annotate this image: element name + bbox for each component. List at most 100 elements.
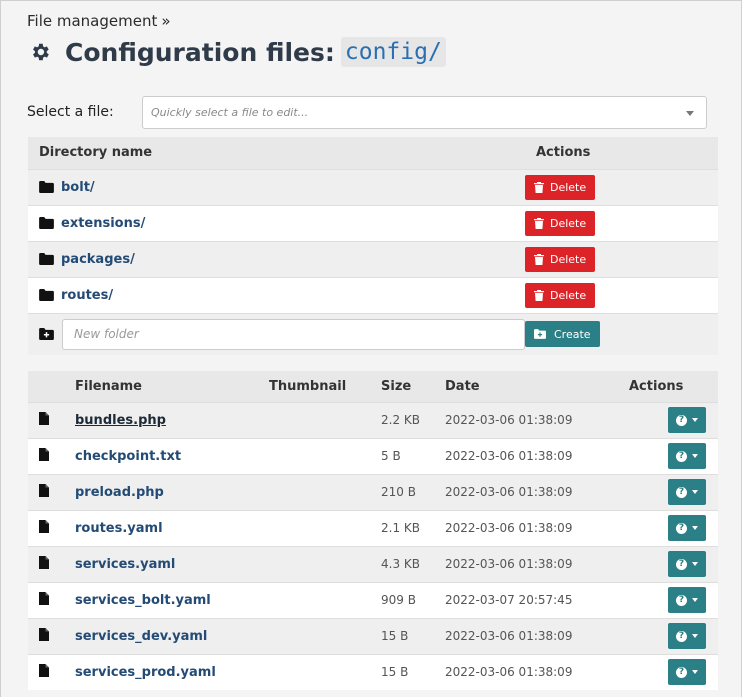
- delete-button[interactable]: Delete: [525, 210, 596, 236]
- question-icon: ?: [676, 666, 687, 678]
- file-row: checkpoint.txt 5 B 2022-03-06 01:38:09 ?: [28, 437, 718, 474]
- file-thumbnail: [269, 653, 381, 690]
- delete-button[interactable]: Delete: [525, 282, 596, 308]
- file-row: bundles.php 2.2 KB 2022-03-06 01:38:09 ?: [28, 401, 718, 438]
- file-select-dropdown[interactable]: Quickly select a file to edit...: [142, 95, 707, 129]
- column-actions: Actions: [629, 371, 718, 402]
- file-actions-dropdown-button[interactable]: ?: [668, 551, 706, 577]
- file-date: 2022-03-06 01:38:09: [445, 437, 629, 474]
- trash-icon: [534, 217, 544, 229]
- file-icon: [39, 592, 49, 605]
- file-actions-dropdown-button[interactable]: ?: [668, 659, 706, 686]
- delete-button-label: Delete: [550, 288, 587, 302]
- question-icon: ?: [676, 450, 687, 462]
- new-folder-input[interactable]: New folder: [62, 318, 525, 350]
- file-size: 15 B: [381, 617, 445, 654]
- caret-down-icon: [692, 490, 698, 494]
- column-directory-name: Directory name: [28, 137, 525, 169]
- caret-down-icon: [692, 562, 698, 566]
- caret-down-icon: [692, 598, 698, 602]
- file-size: 909 B: [381, 581, 445, 618]
- file-row: services_dev.yaml 15 B 2022-03-06 01:38:…: [28, 617, 718, 654]
- file-link[interactable]: services_dev.yaml: [75, 629, 207, 644]
- directory-row: routes/ Delete: [28, 276, 718, 313]
- file-thumbnail: [269, 401, 381, 438]
- file-actions-dropdown-button[interactable]: ?: [668, 587, 706, 613]
- file-date: 2022-03-06 01:38:09: [445, 545, 629, 582]
- file-link[interactable]: services_bolt.yaml: [75, 593, 211, 608]
- file-table: Filename Thumbnail Size Date Actions bun…: [28, 371, 718, 690]
- file-thumbnail: [269, 437, 381, 474]
- breadcrumb-link[interactable]: File management: [27, 12, 157, 30]
- page-title: Configuration files: config/: [29, 37, 446, 67]
- caret-down-icon: [692, 526, 698, 530]
- file-date: 2022-03-07 20:57:45: [445, 581, 629, 618]
- file-date: 2022-03-06 01:38:09: [445, 473, 629, 510]
- folder-icon: [39, 253, 54, 265]
- delete-button[interactable]: Delete: [525, 246, 596, 272]
- file-icon: [39, 412, 49, 425]
- file-actions-dropdown-button[interactable]: ?: [668, 515, 706, 541]
- breadcrumb: File management»: [27, 12, 171, 30]
- file-row: services_bolt.yaml 909 B 2022-03-07 20:5…: [28, 581, 718, 618]
- file-icon: [39, 448, 49, 461]
- directory-table: Directory name Actions bolt/ Delete exte…: [28, 137, 718, 355]
- file-link[interactable]: services.yaml: [75, 557, 175, 572]
- file-link[interactable]: services_prod.yaml: [75, 665, 216, 680]
- file-date: 2022-03-06 01:38:09: [445, 509, 629, 546]
- column-icon: [28, 371, 75, 402]
- folder-plus-icon: [39, 328, 54, 341]
- file-size: 15 B: [381, 653, 445, 690]
- file-icon: [39, 628, 49, 641]
- file-row: routes.yaml 2.1 KB 2022-03-06 01:38:09 ?: [28, 509, 718, 546]
- file-icon: [39, 520, 49, 533]
- file-link[interactable]: routes.yaml: [75, 521, 163, 536]
- caret-down-icon: [692, 634, 698, 638]
- page-title-path: config/: [340, 37, 446, 67]
- column-date: Date: [445, 371, 629, 402]
- column-thumbnail: Thumbnail: [269, 371, 381, 402]
- create-folder-button[interactable]: Create: [525, 321, 600, 348]
- question-icon: ?: [676, 486, 687, 498]
- file-size: 2.1 KB: [381, 509, 445, 546]
- create-button-label: Create: [554, 327, 591, 341]
- file-thumbnail: [269, 617, 381, 654]
- directory-link[interactable]: packages/: [61, 252, 135, 267]
- file-actions-dropdown-button[interactable]: ?: [668, 443, 706, 469]
- directory-link[interactable]: extensions/: [61, 216, 145, 231]
- file-thumbnail: [269, 581, 381, 618]
- file-thumbnail: [269, 545, 381, 582]
- file-icon: [39, 664, 49, 678]
- gear-icon: [33, 43, 49, 61]
- file-date: 2022-03-06 01:38:09: [445, 653, 629, 690]
- question-icon: ?: [676, 594, 687, 606]
- folder-plus-icon: [534, 329, 546, 340]
- file-size: 5 B: [381, 437, 445, 474]
- file-select-row: Select a file: Quickly select a file to …: [27, 95, 707, 129]
- breadcrumb-separator: »: [161, 12, 171, 30]
- trash-icon: [534, 289, 544, 301]
- directory-link[interactable]: bolt/: [61, 180, 95, 195]
- file-row: services.yaml 4.3 KB 2022-03-06 01:38:09…: [28, 545, 718, 582]
- file-actions-dropdown-button[interactable]: ?: [668, 407, 706, 433]
- file-thumbnail: [269, 509, 381, 546]
- trash-icon: [534, 181, 544, 193]
- file-link[interactable]: checkpoint.txt: [75, 449, 181, 464]
- directory-row: extensions/ Delete: [28, 204, 718, 241]
- new-folder-row: New folder Create: [28, 312, 718, 355]
- file-link[interactable]: bundles.php: [75, 413, 166, 428]
- trash-icon: [534, 253, 544, 265]
- folder-icon: [39, 289, 54, 301]
- directory-row: packages/ Delete: [28, 240, 718, 277]
- delete-button[interactable]: Delete: [525, 174, 596, 200]
- column-filename: Filename: [75, 371, 269, 402]
- chevron-down-icon: [686, 110, 694, 116]
- file-link[interactable]: preload.php: [75, 485, 164, 500]
- question-icon: ?: [676, 522, 687, 534]
- file-row: preload.php 210 B 2022-03-06 01:38:09 ?: [28, 473, 718, 510]
- question-icon: ?: [676, 558, 687, 570]
- file-actions-dropdown-button[interactable]: ?: [668, 623, 706, 649]
- directory-link[interactable]: routes/: [61, 288, 113, 303]
- page-title-text: Configuration files:: [65, 37, 335, 67]
- file-actions-dropdown-button[interactable]: ?: [668, 479, 706, 505]
